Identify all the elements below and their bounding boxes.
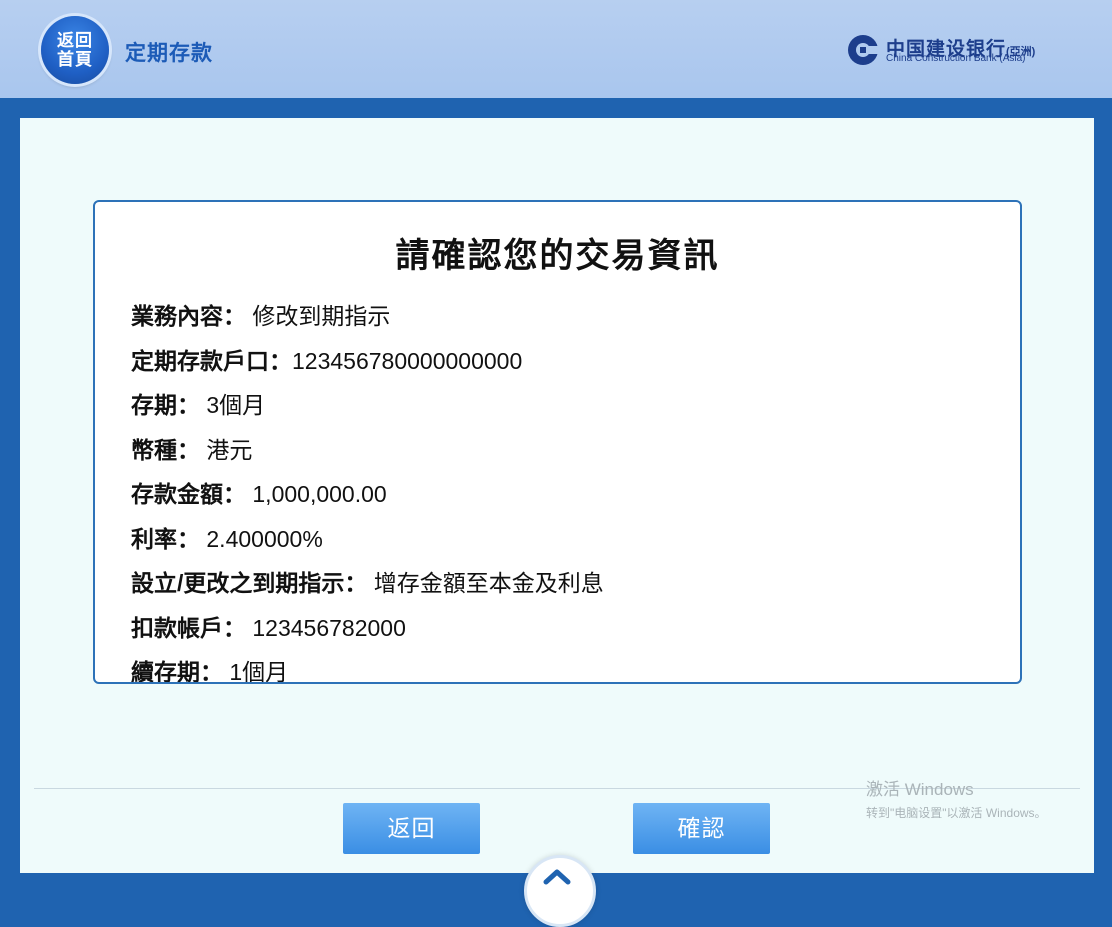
back-button[interactable]: 返回 <box>343 803 480 854</box>
detail-value: 123456782000 <box>252 614 406 641</box>
main-panel: 請確認您的交易資訊 業務內容： 修改到期指示 定期存款戶口：1234567800… <box>20 118 1094 873</box>
detail-key: 扣款帳戶： <box>131 614 246 641</box>
logo-en-text: China Construction Bank (Asia) <box>886 53 1026 64</box>
chevron-up-icon <box>543 869 571 885</box>
watermark-line2: 转到"电脑设置"以激活 Windows。 <box>866 806 1047 820</box>
detail-row: 定期存款戶口：123456780000000000 <box>131 342 604 387</box>
home-button-line2: 首頁 <box>57 50 93 69</box>
detail-row: 存款金額： 1,000,000.00 <box>131 475 604 520</box>
detail-row: 扣款帳戶： 123456782000 <box>131 609 604 654</box>
watermark-line1: 激活 Windows <box>866 780 974 799</box>
ccb-logo-icon <box>848 35 880 65</box>
detail-key: 設立/更改之到期指示： <box>131 570 368 596</box>
detail-key: 幣種： <box>131 436 200 463</box>
confirmation-title: 請確認您的交易資訊 <box>395 237 720 275</box>
detail-row: 幣種： 港元 <box>131 431 604 476</box>
detail-list: 業務內容： 修改到期指示 定期存款戶口：123456780000000000 存… <box>131 297 604 684</box>
top-bar: 返回 首頁 定期存款 中国建设银行(亞洲) China Construction… <box>0 0 1112 98</box>
detail-value: 修改到期指示 <box>252 303 391 329</box>
page-title: 定期存款 <box>125 42 213 65</box>
scroll-up-button[interactable] <box>524 855 596 927</box>
detail-row: 續存期： 1個月 <box>131 653 604 684</box>
detail-value: 港元 <box>206 436 253 463</box>
home-button[interactable]: 返回 首頁 <box>41 16 109 84</box>
detail-row: 設立/更改之到期指示： 增存金額至本金及利息 <box>131 564 604 609</box>
detail-key: 定期存款戶口： <box>131 347 292 374</box>
detail-key: 利率： <box>131 525 200 552</box>
detail-row: 利率： 2.400000% <box>131 520 604 565</box>
detail-key: 業務內容： <box>131 303 246 329</box>
detail-value: 123456780000000000 <box>292 347 523 374</box>
detail-key: 續存期： <box>131 659 223 684</box>
home-button-line1: 返回 <box>57 31 93 50</box>
windows-activation-watermark: 激活 Windows 转到"电脑设置"以激活 Windows。 <box>866 775 1047 821</box>
bank-logo: 中国建设银行(亞洲) China Construction Bank (Asia… <box>846 33 1076 67</box>
detail-value: 1個月 <box>229 659 289 684</box>
detail-value: 1,000,000.00 <box>252 481 387 507</box>
detail-row: 存期： 3個月 <box>131 386 604 431</box>
detail-value: 3個月 <box>206 392 266 418</box>
detail-key: 存款金額： <box>131 481 246 507</box>
confirmation-card: 請確認您的交易資訊 業務內容： 修改到期指示 定期存款戶口：1234567800… <box>93 200 1022 684</box>
detail-row: 業務內容： 修改到期指示 <box>131 297 604 342</box>
detail-value: 2.400000% <box>206 525 323 552</box>
confirm-button[interactable]: 確認 <box>633 803 770 854</box>
detail-value: 增存金額至本金及利息 <box>373 570 604 596</box>
detail-key: 存期： <box>131 392 200 418</box>
